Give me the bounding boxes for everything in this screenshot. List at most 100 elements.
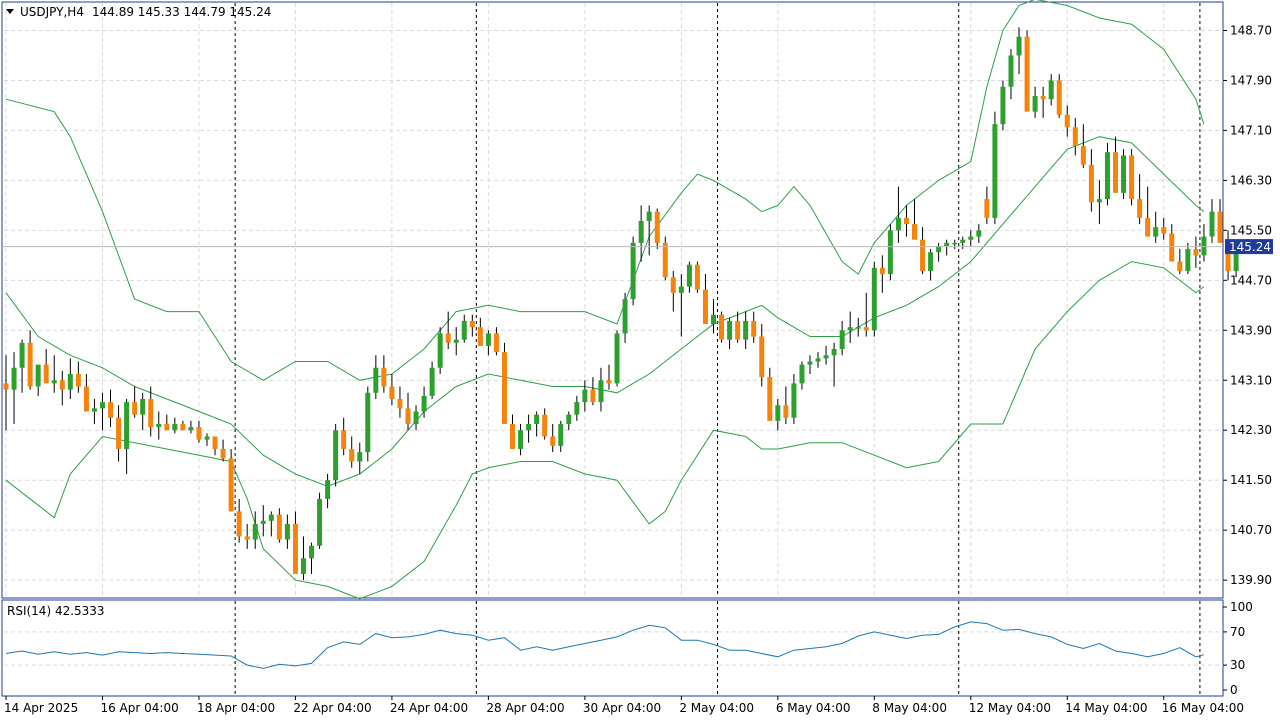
time-tick-label: 6 May 04:00 <box>776 701 851 715</box>
candle-body <box>960 239 966 243</box>
time-tick-label: 24 Apr 04:00 <box>390 701 468 715</box>
candle-body <box>727 320 733 340</box>
candle-body <box>260 520 266 524</box>
candle-body <box>124 402 130 449</box>
candle-body <box>27 342 33 387</box>
usdjpy-chart[interactable]: USDJPY,H4 144.89 145.33 144.79 145.24 RS… <box>0 0 1280 720</box>
candle-body <box>1169 233 1175 262</box>
candle[interactable] <box>228 448 234 512</box>
candle-body <box>268 514 274 521</box>
candle[interactable] <box>992 111 998 225</box>
candle[interactable] <box>437 327 443 375</box>
candle-body <box>823 355 829 359</box>
candle-body <box>1121 155 1127 193</box>
rsi-tick-label: 70 <box>1230 625 1245 639</box>
candle-body <box>333 430 339 481</box>
candle[interactable] <box>1129 149 1135 206</box>
candle-body <box>1080 146 1086 165</box>
candle-body <box>244 536 250 540</box>
candle-body <box>887 230 893 275</box>
candle[interactable] <box>1056 74 1062 118</box>
candle-body <box>1193 249 1199 256</box>
price-tick-label: 143.90 <box>1230 323 1272 337</box>
candle-body <box>284 523 290 540</box>
candle-body <box>3 383 9 390</box>
current-price-tag: 145.24 <box>1225 239 1273 255</box>
candle-body <box>164 423 170 431</box>
candle-body <box>831 349 837 356</box>
candle-body <box>389 386 395 399</box>
candle-body <box>453 339 459 343</box>
candle-body <box>518 430 524 449</box>
candle-body <box>228 458 234 512</box>
candle-body <box>542 414 548 437</box>
candle-body <box>510 423 516 449</box>
price-tick-label: 139.90 <box>1230 573 1272 587</box>
candle[interactable] <box>317 492 323 549</box>
candle-body <box>317 498 323 546</box>
candle-body <box>976 230 982 237</box>
candle-body <box>920 239 926 271</box>
candle-body <box>638 220 644 243</box>
candle-body <box>35 364 41 387</box>
candle-body <box>75 374 81 387</box>
price-axis[interactable]: 148.70 147.90 147.10 146.30 145.50 144.70 143.… <box>1223 23 1272 587</box>
candle[interactable] <box>887 224 893 281</box>
price-tick-label: 146.30 <box>1230 173 1272 187</box>
candle-body <box>622 299 628 334</box>
candle-body <box>928 252 934 271</box>
candle-body <box>895 217 901 231</box>
price-tick-label: 145.50 <box>1230 223 1272 237</box>
candle[interactable] <box>333 423 339 487</box>
candle[interactable] <box>694 261 700 293</box>
candle-body <box>799 364 805 384</box>
rsi-pane[interactable]: RSI(14) 42.5333 <box>1 599 1224 697</box>
candle-body <box>1064 114 1070 128</box>
candle[interactable] <box>1000 80 1006 131</box>
price-tick-label: 147.10 <box>1230 123 1272 137</box>
symbol-label: USDJPY,H4 <box>20 5 84 19</box>
candle-body <box>944 242 950 246</box>
candle[interactable] <box>365 386 371 462</box>
candle-body <box>1201 236 1207 256</box>
candle-body <box>566 414 572 424</box>
candle-body <box>719 314 725 340</box>
candle-body <box>1209 211 1215 237</box>
candle-body <box>108 402 114 418</box>
candle-body <box>341 430 347 449</box>
candle-body <box>365 392 371 453</box>
candle[interactable] <box>1024 30 1030 112</box>
candle-body <box>606 380 612 384</box>
candle-body <box>550 436 556 446</box>
candle-body <box>204 436 210 440</box>
candle-body <box>751 320 757 337</box>
candle[interactable] <box>614 330 620 387</box>
candle-body <box>952 242 958 245</box>
candle-body <box>582 389 588 403</box>
time-tick-label: 12 May 04:00 <box>969 701 1051 715</box>
time-tick-label: 28 Apr 04:00 <box>486 701 564 715</box>
candle[interactable] <box>871 261 877 337</box>
candle-body <box>1088 164 1094 203</box>
candle[interactable] <box>501 342 507 424</box>
candle-body <box>172 423 178 431</box>
time-tick-label: 8 May 04:00 <box>872 701 947 715</box>
candle[interactable] <box>719 311 725 343</box>
candle-body <box>1000 86 1006 125</box>
candle[interactable] <box>1121 149 1127 200</box>
candle-body <box>912 224 917 240</box>
main-pane[interactable]: USDJPY,H4 144.89 145.33 144.79 145.24 <box>1 0 1239 600</box>
candle-body <box>373 367 379 393</box>
candle-body <box>815 358 821 362</box>
candle-body <box>325 480 331 499</box>
candle-body <box>903 217 909 225</box>
candle[interactable] <box>662 236 668 281</box>
candle-body <box>309 545 315 559</box>
time-tick-label: 22 Apr 04:00 <box>293 701 371 715</box>
candle-body <box>879 267 885 275</box>
time-axis[interactable]: 14 Apr 2025 16 Apr 04:00 18 Apr 04:00 22 Ap… <box>4 696 1244 715</box>
candle-body <box>1137 199 1143 218</box>
candle-body <box>526 423 532 431</box>
candle-body <box>574 402 580 415</box>
candle-body <box>413 411 419 424</box>
